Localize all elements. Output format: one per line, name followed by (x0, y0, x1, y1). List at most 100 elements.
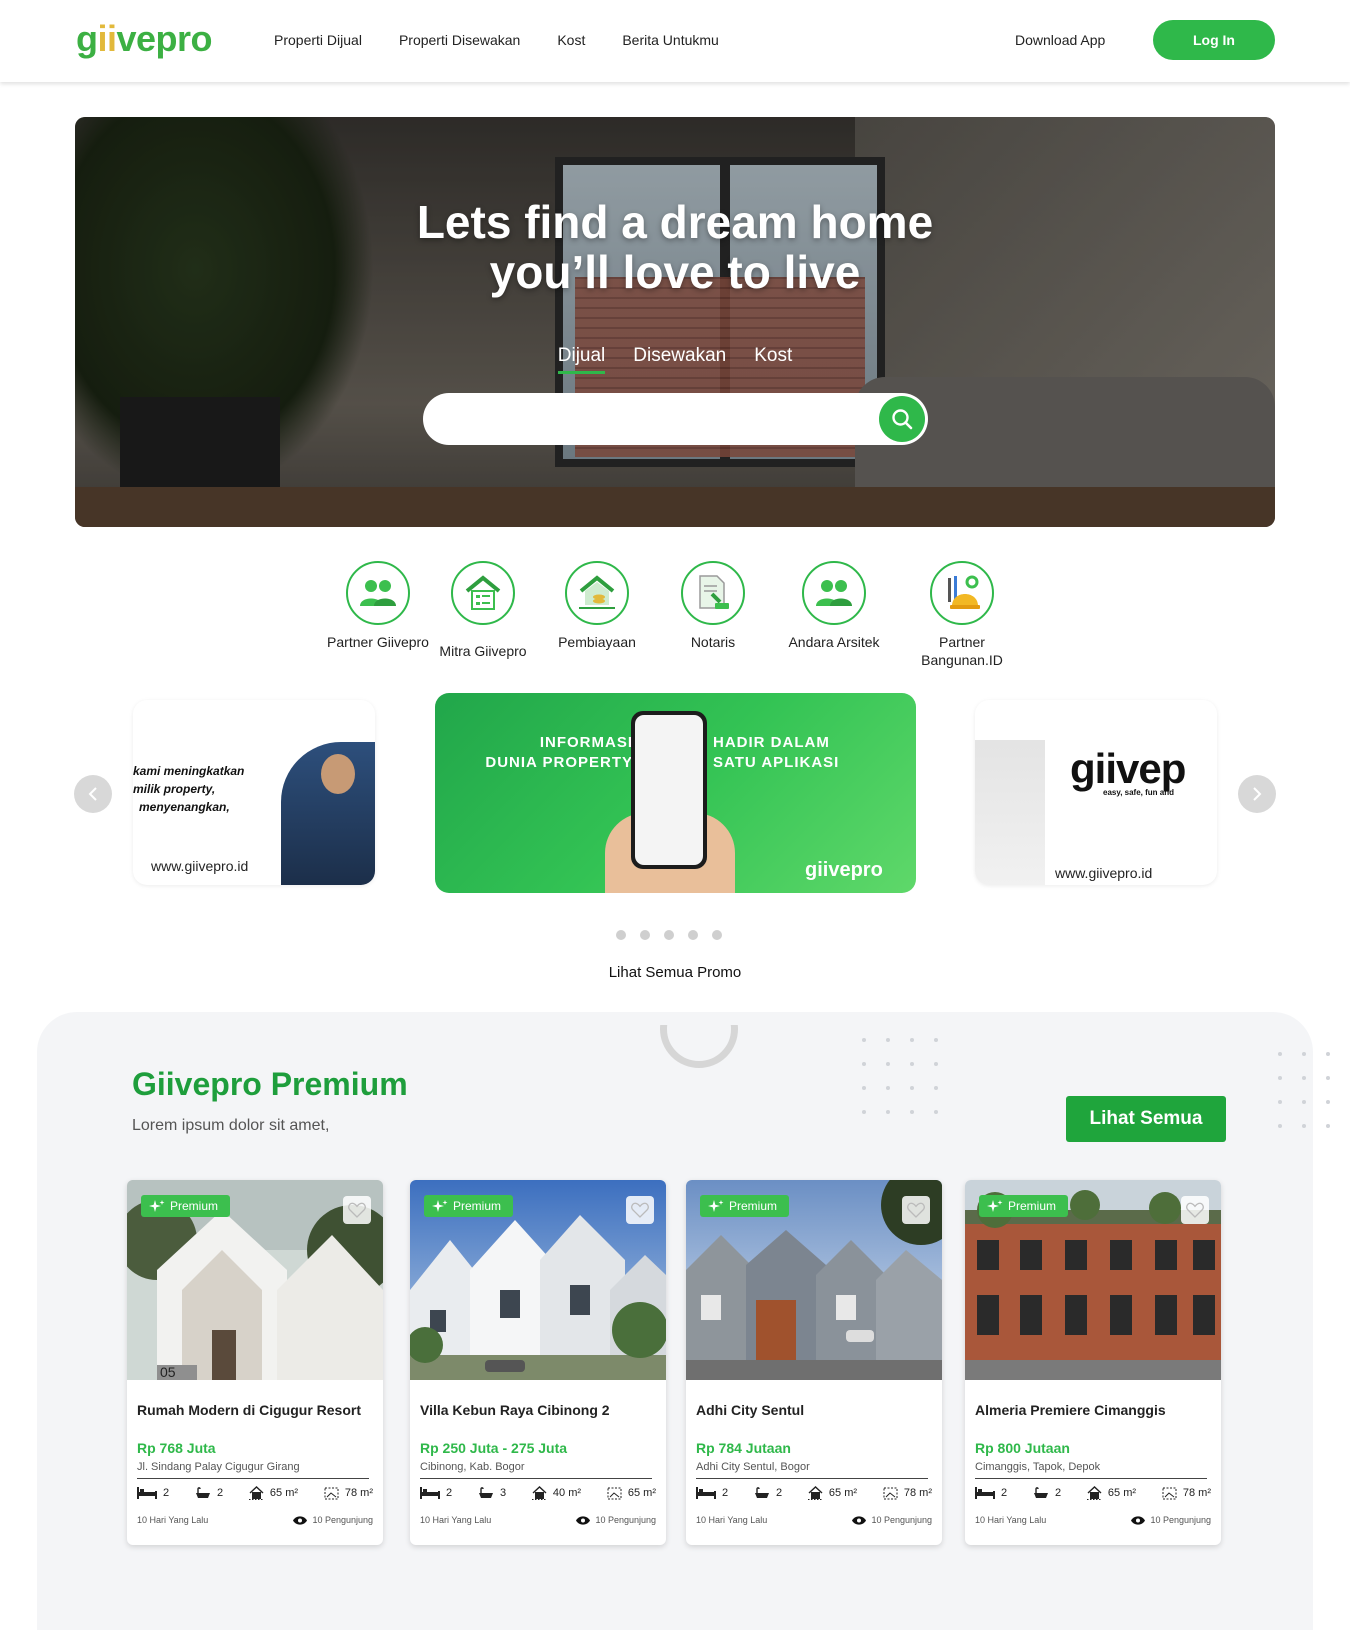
property-footer: 10 Hari Yang Lalu 10 Pengunjung (137, 1515, 373, 1525)
beds-count: 2 (446, 1487, 453, 1499)
service-label: Mitra Giivepro (439, 643, 527, 659)
giivepro-logo[interactable]: giivepro (76, 18, 213, 60)
tab-dijual[interactable]: Dijual (557, 345, 606, 374)
tab-disewakan[interactable]: Disewakan (633, 345, 726, 374)
beds-count: 2 (163, 1487, 170, 1499)
tab-kost[interactable]: Kost (754, 345, 792, 374)
chevron-right-icon (1253, 787, 1262, 801)
building-area-icon (807, 1486, 823, 1500)
promo-card-left[interactable]: kami meningkatkan milik property, menyen… (133, 700, 375, 885)
service-partner-bangunan[interactable]: Partner Bangunan.ID (902, 561, 1022, 669)
promo-left-text: kami meningkatkan milik property, menyen… (133, 762, 244, 816)
property-card[interactable]: Premium Adhi City Sentul Rp 784 Jutaan A… (686, 1180, 942, 1545)
carousel-dot[interactable] (664, 930, 674, 940)
premium-subtitle: Lorem ipsum dolor sit amet, (132, 1117, 330, 1134)
land-area-icon (1162, 1487, 1177, 1499)
property-footer: 10 Hari Yang Lalu 10 Pengunjung (420, 1515, 656, 1525)
premium-badge: Premium (700, 1195, 790, 1217)
property-specs: 2 2 65 m² 78 m² (137, 1486, 373, 1500)
nav-kost[interactable]: Kost (557, 32, 585, 48)
decorative-dot-grid (1278, 1052, 1330, 1128)
beds-count: 2 (1001, 1487, 1008, 1499)
property-address: Cimanggis, Tapok, Depok (975, 1461, 1207, 1479)
building-area: 65 m² (1107, 1487, 1137, 1499)
promo-card-main[interactable]: INFORMASI DUNIA PROPERTY HADIR DALAM SAT… (435, 693, 916, 893)
promo-main-left-line2: DUNIA PROPERTY (485, 754, 633, 771)
carousel-dot[interactable] (640, 930, 650, 940)
hero-tabs: Dijual Disewakan Kost (75, 345, 1275, 374)
bathtub-icon (478, 1486, 493, 1498)
carousel-dot[interactable] (712, 930, 722, 940)
land-area: 65 m² (627, 1487, 656, 1499)
premium-badge-label: Premium (1008, 1199, 1057, 1213)
promo-main-text-left: INFORMASI DUNIA PROPERTY (475, 733, 633, 773)
search-bar (423, 393, 928, 445)
property-price: Rp 250 Juta - 275 Juta (420, 1440, 568, 1456)
service-partner-giivepro[interactable]: Partner Giivepro (318, 561, 438, 651)
hero-banner: Lets find a dream home you’ll love to li… (75, 117, 1275, 527)
see-all-promo-link[interactable]: Lihat Semua Promo (0, 964, 1350, 981)
service-label: Notaris (690, 634, 736, 650)
property-card[interactable]: Premium Villa Kebun Raya Cibinong 2 Rp 2… (410, 1180, 666, 1545)
nav-berita-untukmu[interactable]: Berita Untukmu (622, 32, 718, 48)
bathtub-icon (195, 1486, 210, 1498)
property-footer: 10 Hari Yang Lalu 10 Pengunjung (975, 1515, 1211, 1525)
search-input[interactable] (445, 405, 845, 433)
premium-badge-label: Premium (170, 1199, 219, 1213)
service-label: Partner Bangunan.ID (921, 634, 1003, 668)
nav-properti-dijual[interactable]: Properti Dijual (274, 32, 362, 48)
service-mitra-giivepro[interactable]: Mitra Giivepro (423, 561, 543, 660)
visitor-count: 10 Pengunjung (871, 1515, 932, 1525)
carousel-next-button[interactable] (1238, 775, 1276, 813)
favorite-button[interactable] (902, 1196, 930, 1224)
property-specs: 2 2 65 m² 78 m² (975, 1486, 1211, 1500)
nav-properti-disewakan[interactable]: Properti Disewakan (399, 32, 520, 48)
promo-person-image (281, 742, 375, 885)
property-card[interactable]: 05 Premium Rumah Modern di Cigugur Resor… (127, 1180, 383, 1545)
carousel-prev-button[interactable] (74, 775, 112, 813)
see-all-premium-button[interactable]: Lihat Semua (1066, 1096, 1226, 1142)
download-app-link[interactable]: Download App (1015, 32, 1105, 48)
visitor-count: 10 Pengunjung (595, 1515, 656, 1525)
service-pembiayaan[interactable]: Pembiayaan (537, 561, 657, 651)
login-button[interactable]: Log In (1153, 20, 1275, 60)
premium-badge: Premium (141, 1195, 231, 1217)
house-coins-icon (565, 561, 629, 625)
favorite-button[interactable] (1181, 1196, 1209, 1224)
bathtub-icon (754, 1486, 769, 1498)
property-specs: 2 3 40 m² 65 m² (420, 1486, 656, 1500)
favorite-button[interactable] (343, 1196, 371, 1224)
decorative-dot-grid (862, 1038, 938, 1114)
eye-icon (852, 1515, 867, 1525)
house-checklist-icon (451, 561, 515, 625)
carousel-dot[interactable] (688, 930, 698, 940)
heart-icon (631, 1202, 649, 1218)
property-card[interactable]: Premium Almeria Premiere Cimanggis Rp 80… (965, 1180, 1221, 1545)
property-address: Jl. Sindang Palay Cigugur Girang (137, 1461, 369, 1479)
main-nav: Properti Dijual Properti Disewakan Kost … (274, 32, 719, 48)
premium-badge: Premium (979, 1195, 1069, 1217)
land-area-icon (883, 1487, 898, 1499)
sparkle-icon (987, 1200, 1003, 1212)
sparkle-icon (149, 1200, 165, 1212)
promo-card-right[interactable]: giivep easy, safe, fun and www.giivepro.… (975, 700, 1217, 885)
service-andara-arsitek[interactable]: Andara Arsitek (774, 561, 894, 651)
carousel-dot[interactable] (616, 930, 626, 940)
baths-count: 2 (775, 1487, 783, 1499)
hardhat-tools-icon (930, 561, 994, 625)
people-icon (802, 561, 866, 625)
bed-icon (137, 1487, 157, 1499)
hero-title-line1: Lets find a dream home (416, 196, 934, 248)
search-button[interactable] (879, 396, 925, 442)
service-notaris[interactable]: Notaris (653, 561, 773, 651)
eye-icon (293, 1515, 308, 1525)
land-area: 78 m² (903, 1487, 932, 1499)
bed-icon (975, 1487, 995, 1499)
decorative-ring (660, 1025, 738, 1068)
favorite-button[interactable] (626, 1196, 654, 1224)
baths-count: 2 (216, 1487, 224, 1499)
property-name: Villa Kebun Raya Cibinong 2 (420, 1402, 610, 1418)
heart-icon (1186, 1202, 1204, 1218)
bed-icon (420, 1487, 440, 1499)
property-name: Adhi City Sentul (696, 1402, 805, 1418)
